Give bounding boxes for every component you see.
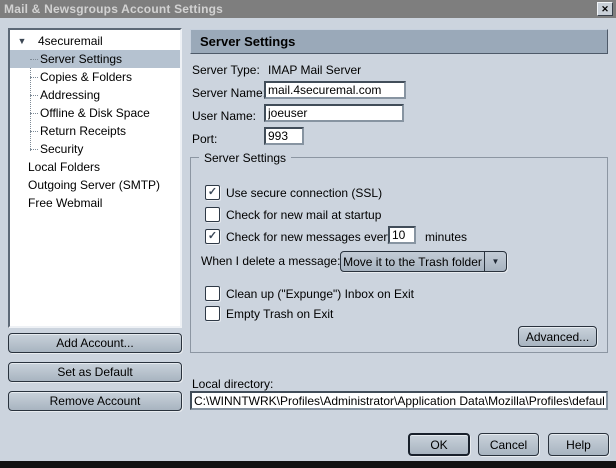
window-title: Mail & Newsgroups Account Settings (4, 2, 597, 16)
tree-connector (30, 77, 38, 78)
check-interval-checkbox[interactable]: ✓ (205, 229, 220, 244)
tree-item-4securemail[interactable]: ▼ 4securemail (10, 32, 180, 50)
twisty-open-icon[interactable]: ▼ (17, 36, 27, 46)
user-name-input[interactable] (264, 104, 404, 122)
server-settings-group-legend: Server Settings (199, 151, 291, 165)
local-directory-input[interactable] (190, 391, 608, 410)
tree-connector (30, 113, 38, 114)
tree-connector (30, 95, 38, 96)
tree-item-outgoing-server[interactable]: Outgoing Server (SMTP) (10, 176, 180, 194)
tree-item-label: Offline & Disk Space (40, 106, 150, 120)
delete-message-selected: Move it to the Trash folder (341, 252, 484, 271)
tree-connector (30, 149, 38, 150)
panel-header: Server Settings (190, 29, 608, 54)
delete-message-dropdown[interactable]: Move it to the Trash folder ▼ (340, 251, 507, 272)
help-button[interactable]: Help (548, 433, 609, 456)
server-type-label: Server Type: (192, 63, 260, 77)
titlebar: Mail & Newsgroups Account Settings ✕ (0, 0, 616, 18)
empty-trash-label: Empty Trash on Exit (226, 307, 333, 321)
local-directory-label: Local directory: (192, 377, 273, 391)
tree-item-server-settings[interactable]: Server Settings (10, 50, 180, 68)
check-icon: ✓ (208, 186, 217, 198)
server-name-input[interactable] (264, 81, 406, 99)
window-bottom-edge (0, 461, 616, 468)
tree-item-label: 4securemail (38, 34, 103, 48)
dropdown-arrow-icon: ▼ (485, 252, 506, 271)
tree-item-addressing[interactable]: Addressing (10, 86, 180, 104)
user-name-label: User Name: (192, 109, 256, 123)
tree-item-security[interactable]: Security (10, 140, 180, 158)
tree-item-return-receipts[interactable]: Return Receipts (10, 122, 180, 140)
port-label: Port: (192, 132, 217, 146)
empty-trash-checkbox[interactable] (205, 306, 220, 321)
check-mail-startup-checkbox[interactable] (205, 207, 220, 222)
expunge-label: Clean up ("Expunge") Inbox on Exit (226, 287, 414, 301)
expunge-checkbox[interactable] (205, 286, 220, 301)
tree-connector (30, 131, 38, 132)
check-icon: ✓ (208, 230, 217, 242)
tree-connector (30, 59, 38, 60)
server-type-value: IMAP Mail Server (268, 63, 361, 77)
tree-item-local-folders[interactable]: Local Folders (10, 158, 180, 176)
server-name-label: Server Name: (192, 86, 266, 100)
close-icon: ✕ (601, 4, 609, 14)
advanced-button[interactable]: Advanced... (518, 326, 597, 347)
panel-title: Server Settings (200, 34, 295, 49)
cancel-button[interactable]: Cancel (478, 433, 539, 456)
delete-message-label: When I delete a message: (201, 254, 340, 268)
tree-item-label: Free Webmail (28, 196, 102, 210)
port-input[interactable] (264, 127, 304, 145)
check-interval-input[interactable] (388, 226, 416, 244)
check-mail-startup-label: Check for new mail at startup (226, 208, 381, 222)
add-account-button[interactable]: Add Account... (8, 333, 182, 353)
ok-button[interactable]: OK (408, 433, 470, 456)
tree-item-label: Local Folders (28, 160, 100, 174)
ssl-checkbox[interactable]: ✓ (205, 185, 220, 200)
check-interval-label: Check for new messages every (226, 230, 393, 244)
remove-account-button[interactable]: Remove Account (8, 391, 182, 411)
tree-item-label: Server Settings (40, 52, 122, 66)
ssl-checkbox-label: Use secure connection (SSL) (226, 186, 382, 200)
tree-item-free-webmail[interactable]: Free Webmail (10, 194, 180, 212)
tree-item-label: Security (40, 142, 83, 156)
account-tree: ▼ 4securemail Server Settings Copies & F… (8, 28, 182, 328)
set-as-default-button[interactable]: Set as Default (8, 362, 182, 382)
tree-item-label: Outgoing Server (SMTP) (28, 178, 160, 192)
tree-item-offline-disk-space[interactable]: Offline & Disk Space (10, 104, 180, 122)
tree-item-label: Addressing (40, 88, 100, 102)
tree-item-label: Copies & Folders (40, 70, 132, 84)
tree-item-copies-folders[interactable]: Copies & Folders (10, 68, 180, 86)
close-button[interactable]: ✕ (597, 2, 613, 16)
check-interval-minutes-label: minutes (425, 230, 467, 244)
account-settings-dialog: Mail & Newsgroups Account Settings ✕ ▼ 4… (0, 0, 616, 468)
tree-item-label: Return Receipts (40, 124, 126, 138)
